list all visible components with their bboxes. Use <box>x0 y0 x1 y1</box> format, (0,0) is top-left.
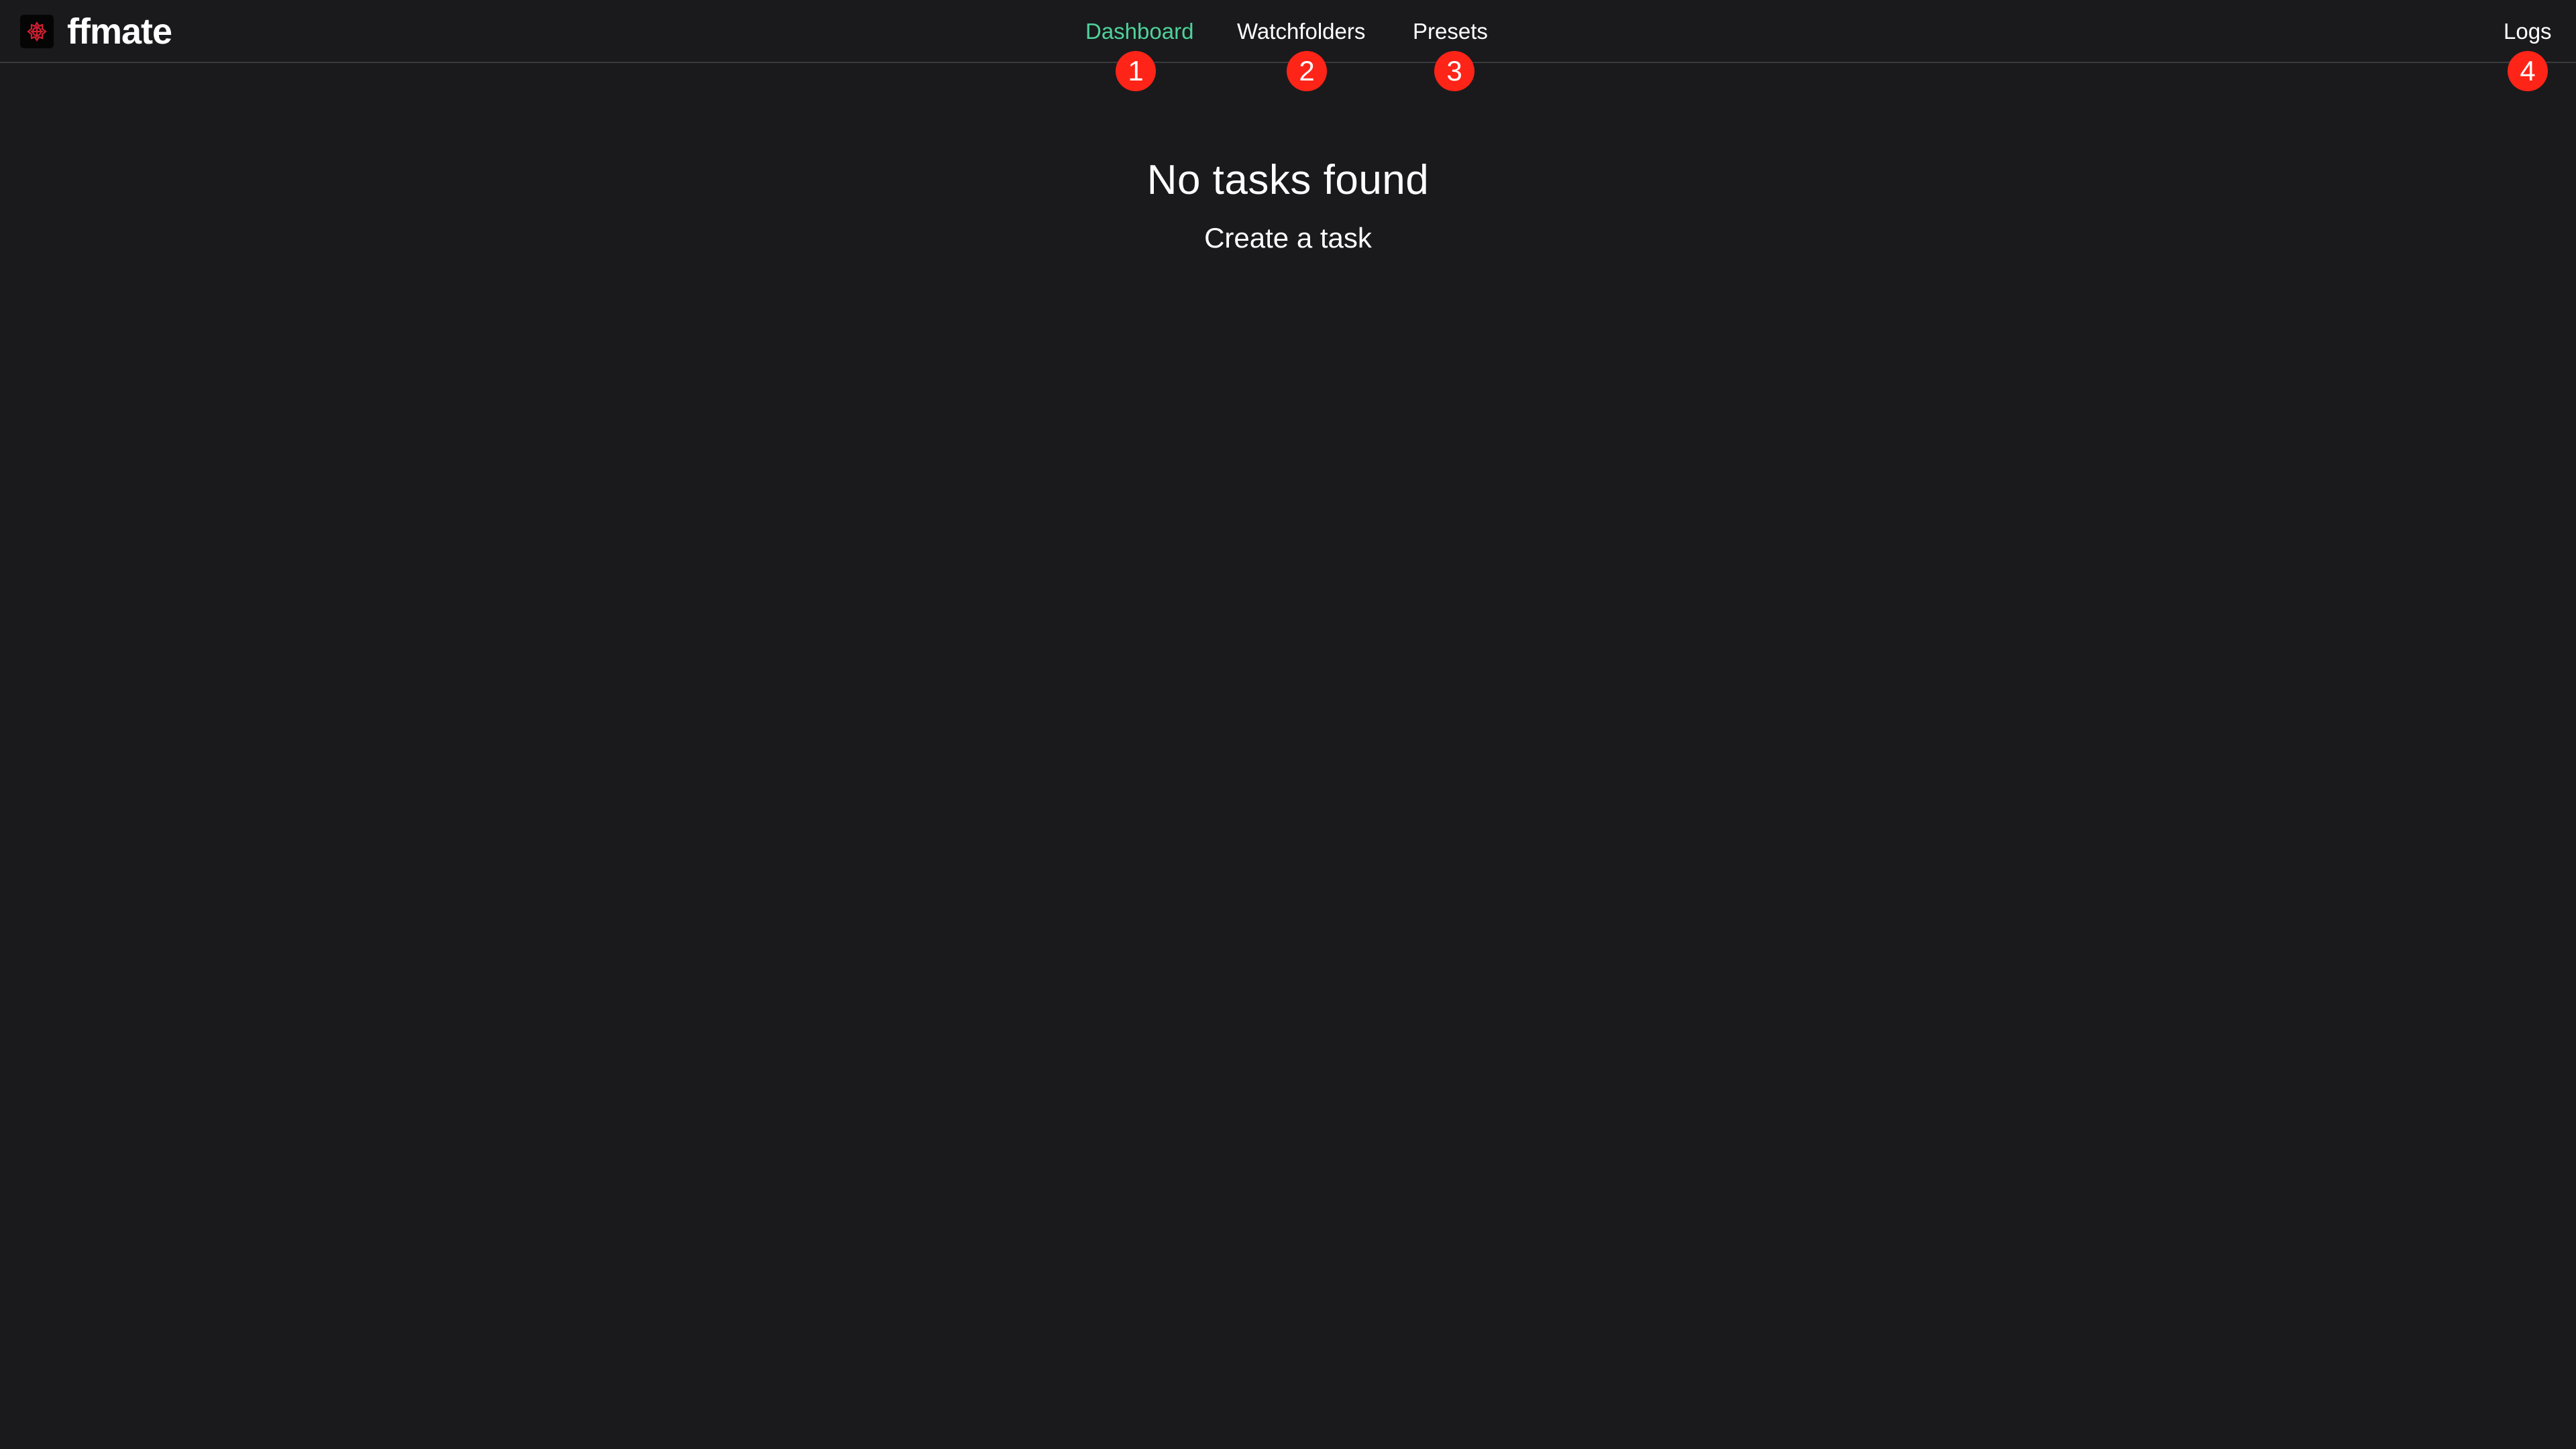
annotation-badge-3: 3 <box>1434 51 1474 91</box>
brand-name: ffmate <box>67 11 172 52</box>
nav-dashboard[interactable]: Dashboard <box>1085 16 1193 47</box>
brand-logo-link[interactable]: ffmate <box>20 11 172 52</box>
annotation-badge-2: 2 <box>1287 51 1327 91</box>
annotation-badge-4: 4 <box>2508 51 2548 91</box>
annotation-badge-1: 1 <box>1116 51 1156 91</box>
nav-logs[interactable]: Logs <box>2504 16 2552 47</box>
nav-watchfolders[interactable]: Watchfolders <box>1237 16 1365 47</box>
app-window: ffmate Dashboard Watchfolders Presets Lo… <box>0 0 2576 1449</box>
create-task-button[interactable]: Create a task <box>1181 219 1395 258</box>
empty-state-title: No tasks found <box>1146 156 1430 203</box>
nav-presets[interactable]: Presets <box>1413 16 1488 47</box>
ffmate-logo-icon <box>20 15 54 48</box>
top-navigation-bar: ffmate Dashboard Watchfolders Presets Lo… <box>0 0 2576 91</box>
